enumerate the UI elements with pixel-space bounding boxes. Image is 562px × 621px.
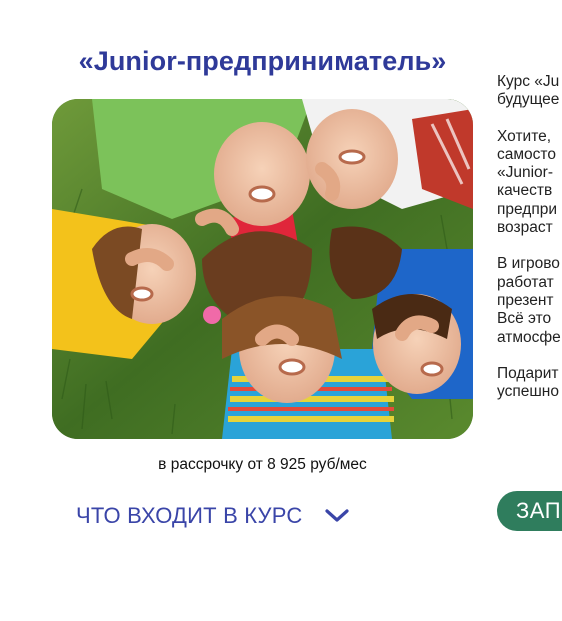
- description-line: атмосфе: [497, 328, 561, 346]
- installment-price: в рассрочку от 8 925 руб/мес: [158, 456, 367, 473]
- description-line: качеств: [497, 182, 553, 200]
- enroll-button[interactable]: ЗАП: [497, 491, 562, 531]
- description-paragraph: Курс «Ju будущее: [497, 73, 562, 110]
- chevron-down-icon: [324, 508, 350, 524]
- description-paragraph: Хотите, самосто «Junior- качеств предпри…: [497, 128, 562, 238]
- description-line: предпри: [497, 200, 558, 218]
- description-line: возраст: [497, 219, 553, 237]
- description-line: самосто: [497, 145, 556, 163]
- course-title: «Junior-предприниматель»: [78, 46, 447, 76]
- description-line: презент: [497, 291, 554, 309]
- description-line: Курс «Ju: [497, 73, 560, 90]
- description-line: Всё это: [497, 310, 552, 328]
- description-line: будущее: [497, 91, 560, 109]
- description-paragraph: Подарит успешно: [497, 365, 562, 402]
- description-line: успешно: [497, 383, 559, 401]
- description-line: работат: [497, 273, 554, 291]
- description-line: Хотите,: [497, 127, 552, 145]
- description-line: В игрово: [497, 255, 560, 273]
- course-photo: [52, 99, 473, 439]
- what-included-label: ЧТО ВХОДИТ В КУРС: [76, 503, 303, 528]
- description-line: Подарит: [497, 364, 559, 382]
- description-paragraph: В игрово работат презент Всё это атмосфе: [497, 255, 562, 346]
- course-description: Курс «Ju будущее Хотите, самосто «Junior…: [497, 73, 562, 419]
- what-included-toggle[interactable]: ЧТО ВХОДИТ В КУРС: [76, 499, 350, 533]
- description-line: «Junior-: [497, 164, 553, 182]
- course-page: «Junior-предприниматель» в рассрочку от …: [0, 0, 562, 621]
